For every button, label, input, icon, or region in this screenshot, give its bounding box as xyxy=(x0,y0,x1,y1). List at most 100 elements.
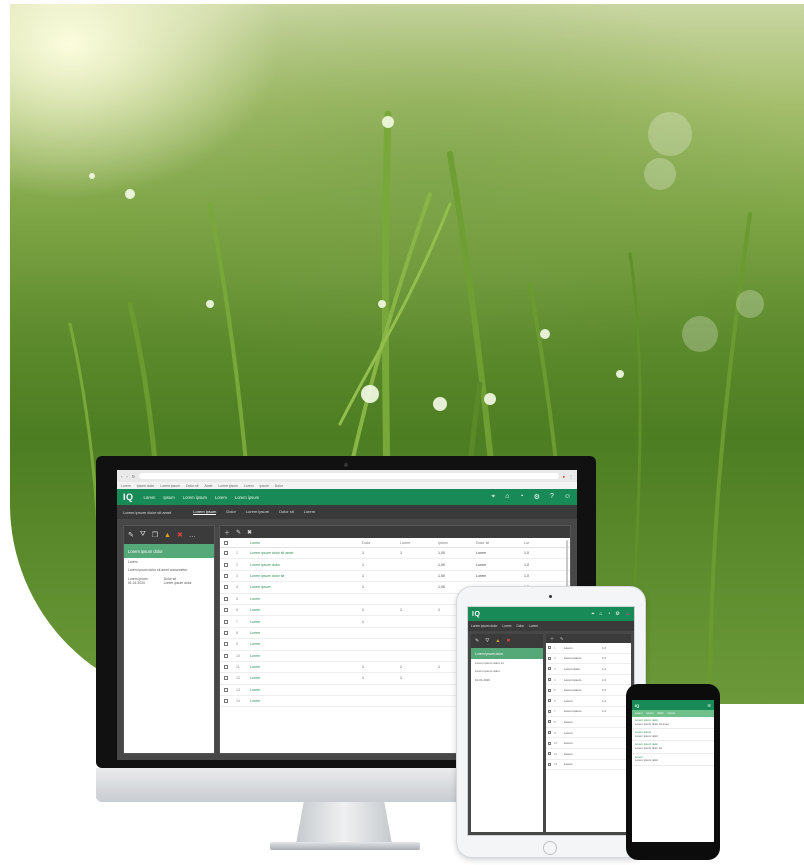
tablet-row[interactable]: 3 Lorem dolor 1,0 xyxy=(546,664,631,675)
row-checkbox[interactable] xyxy=(224,665,228,670)
back-icon[interactable]: ‹ xyxy=(121,474,122,479)
phone-list-item[interactable]: Lorem ipsum dolor Lorem ipsum dolor sit a… xyxy=(632,717,714,730)
tablet-tab[interactable]: Lorem xyxy=(502,624,511,628)
settings-icon[interactable]: ⚙ xyxy=(615,611,619,617)
row-checkbox[interactable] xyxy=(548,762,551,766)
row-checkbox[interactable] xyxy=(548,731,551,735)
tablet-tab[interactable]: Lorem ipsum dolor xyxy=(471,624,497,628)
location-icon[interactable]: ⌖ xyxy=(592,611,595,617)
location-icon[interactable]: ⌖ xyxy=(491,493,495,501)
row-checkbox[interactable] xyxy=(548,699,551,703)
table-row[interactable]: 3 Lorem ipsum dolor sit 1 1,00 Lorem 1,0 xyxy=(220,571,570,583)
row-checkbox[interactable] xyxy=(224,699,228,704)
nav-item[interactable]: Lorem ipsum xyxy=(183,495,207,500)
delete-icon[interactable]: ✖ xyxy=(506,638,510,644)
row-checkbox[interactable] xyxy=(548,646,551,650)
delete-icon[interactable]: ✖ xyxy=(247,529,252,536)
phone-list-item[interactable]: Lorem ipsum dolor Lorem ipsum dolor sit xyxy=(632,741,714,754)
edit-icon[interactable]: ✎ xyxy=(236,529,241,536)
cell-name[interactable]: Lorem ipsum dolor xyxy=(250,563,362,567)
row-checkbox[interactable] xyxy=(224,642,228,647)
phone-tab[interactable]: Lorem xyxy=(635,712,642,715)
add-icon[interactable]: ＋ xyxy=(224,528,230,537)
user-icon[interactable]: ☺ xyxy=(625,611,630,617)
row-checkbox[interactable] xyxy=(224,596,228,601)
phone-logo[interactable]: IQ xyxy=(635,703,639,708)
table-row[interactable]: 1 Lorem ipsum dolor sit amet 1 1 1,00 Lorem 1,… xyxy=(220,548,570,560)
cell-name[interactable]: Lorem xyxy=(250,597,362,601)
bookmark-item[interactable]: Lorem ipsum xyxy=(218,484,238,488)
row-checkbox[interactable] xyxy=(548,709,551,713)
bookmark-item[interactable]: Lorem ipsum xyxy=(160,484,180,488)
cell-name[interactable]: Lorem xyxy=(250,654,362,658)
nav-item[interactable]: Lorem xyxy=(144,495,156,500)
bell-icon[interactable]: ◔ xyxy=(607,611,610,617)
table-row[interactable]: 2 Lorem ipsum dolor 1 1,00 Lorem 1,0 xyxy=(220,559,570,571)
tablet-row[interactable]: 6 Lorem 1,0 xyxy=(546,696,631,707)
tablet-row[interactable]: 1 Lorem 1,0 xyxy=(546,643,631,654)
tab-item[interactable]: Lorem ipsum xyxy=(193,509,217,515)
tab-item[interactable]: Lorem xyxy=(304,509,315,515)
tab-item[interactable]: Dolor sit xyxy=(279,509,294,515)
user-icon[interactable]: ☺ xyxy=(564,493,571,501)
cell-name[interactable]: Lorem xyxy=(250,608,362,612)
cell-name[interactable]: Lorem ipsum dolor sit amet xyxy=(250,551,362,555)
tablet-row[interactable]: 5 Lorem ipsum 1,0 xyxy=(546,685,631,696)
bookmark-item[interactable]: Ipsum dolor xyxy=(137,484,155,488)
phone-tab[interactable]: Lorem xyxy=(668,712,675,715)
home-icon[interactable]: ⌂ xyxy=(505,493,509,501)
tablet-tab[interactable]: Dolor xyxy=(516,624,524,628)
row-checkbox[interactable] xyxy=(224,608,228,613)
cell-name[interactable]: Lorem xyxy=(250,665,362,669)
cell-name[interactable]: Lorem ipsum xyxy=(250,585,362,589)
nav-item[interactable]: Ipsum xyxy=(163,495,174,500)
filter-icon[interactable]: ⛛ xyxy=(140,531,146,539)
nav-item[interactable]: Lorem ipsum xyxy=(235,495,259,500)
row-checkbox[interactable] xyxy=(548,752,551,756)
cell-name[interactable]: Lorem xyxy=(250,642,362,646)
tablet-row[interactable]: 9 Lorem xyxy=(546,728,631,739)
edit-icon[interactable]: ✎ xyxy=(475,638,479,644)
delete-icon[interactable]: ✖ xyxy=(177,531,183,539)
bell-icon[interactable]: ◔ xyxy=(519,493,523,501)
edit-icon[interactable]: ✎ xyxy=(560,636,563,641)
row-checkbox[interactable] xyxy=(548,667,551,671)
bookmark-item[interactable]: Lorem xyxy=(121,484,131,488)
warning-icon[interactable]: ▲ xyxy=(164,532,171,539)
phone-menu-icon[interactable]: ☰ xyxy=(707,703,711,708)
row-checkbox[interactable] xyxy=(224,551,228,556)
row-checkbox[interactable] xyxy=(224,619,228,624)
extensions-icon[interactable]: ● xyxy=(563,474,565,479)
address-bar[interactable] xyxy=(139,473,559,479)
select-all-checkbox[interactable] xyxy=(224,540,228,545)
help-icon[interactable]: ? xyxy=(550,493,554,501)
bookmark-item[interactable]: Ipsum xyxy=(260,484,269,488)
column-header[interactable]: Lorem xyxy=(400,541,438,545)
settings-icon[interactable]: ⚙ xyxy=(534,493,540,501)
tablet-row[interactable]: 2 Lorem ipsum 1,0 xyxy=(546,654,631,665)
row-checkbox[interactable] xyxy=(548,720,551,724)
row-checkbox[interactable] xyxy=(224,630,228,635)
tablet-row[interactable]: 11 Lorem xyxy=(546,749,631,760)
tablet-home-button[interactable] xyxy=(543,841,557,855)
menu-icon[interactable]: ⋮ xyxy=(569,474,573,479)
bookmark-item[interactable]: Amet xyxy=(204,484,212,488)
copy-icon[interactable]: ❐ xyxy=(152,531,158,539)
reload-icon[interactable]: ↻ xyxy=(132,474,135,479)
row-checkbox[interactable] xyxy=(548,678,551,682)
tablet-row[interactable]: 12 Lorem xyxy=(546,760,631,771)
bookmark-item[interactable]: Lorem xyxy=(244,484,254,488)
nav-item[interactable]: Lorem xyxy=(215,495,227,500)
app-logo[interactable]: IQ xyxy=(123,492,134,502)
forward-icon[interactable]: › xyxy=(126,474,127,479)
cell-name[interactable]: Lorem xyxy=(250,620,362,624)
tab-item[interactable]: Dolor xyxy=(226,509,236,515)
bookmark-item[interactable]: Dolor sit xyxy=(186,484,198,488)
phone-tab[interactable]: Ipsum xyxy=(646,712,653,715)
tablet-row[interactable]: 10 Lorem xyxy=(546,738,631,749)
column-header[interactable]: Dolor sit xyxy=(476,541,524,545)
phone-tab[interactable]: Dolor xyxy=(657,712,663,715)
column-header[interactable]: Lor xyxy=(524,541,544,545)
tablet-row[interactable]: 8 Lorem xyxy=(546,717,631,728)
cell-name[interactable]: Lorem xyxy=(250,688,362,692)
